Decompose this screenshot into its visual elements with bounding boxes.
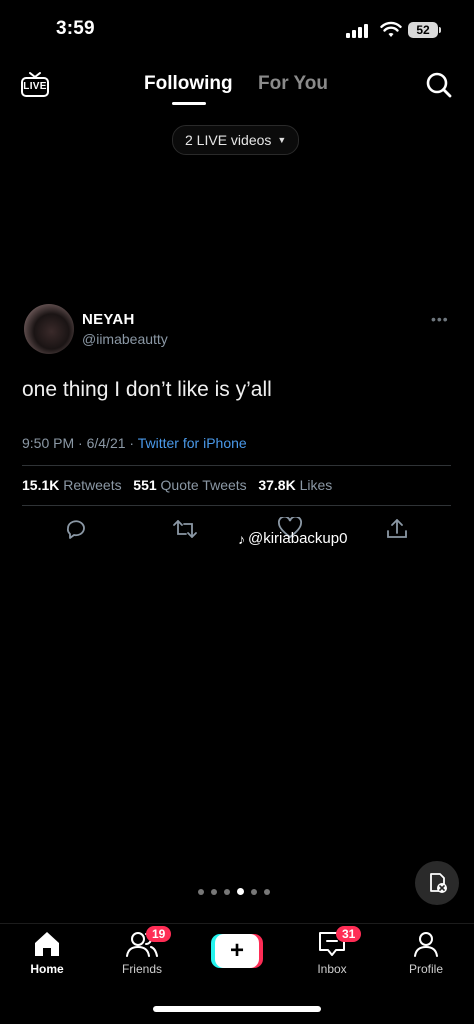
profile-icon	[414, 932, 438, 957]
tweet-author-name: NEYAH	[82, 311, 135, 328]
quote-label: Quote Tweets	[160, 477, 247, 493]
create-button[interactable]: +	[211, 934, 263, 968]
wifi-icon	[380, 21, 402, 37]
inbox-badge: 31	[336, 926, 362, 942]
live-videos-label: 2 LIVE videos	[185, 132, 272, 148]
page-dot	[251, 888, 257, 895]
like-label: Likes	[299, 477, 333, 493]
edit-close-icon	[430, 873, 447, 893]
nav-home[interactable]: Home	[7, 930, 87, 976]
tweet-source: Twitter for iPhone	[137, 435, 247, 451]
live-tv-icon[interactable]: LIVE	[20, 70, 50, 105]
status-time: 3:59	[56, 18, 95, 39]
tweet-date: 6/4/21	[86, 435, 126, 451]
page-dot	[224, 888, 230, 895]
like-count: 37.8K	[258, 477, 296, 493]
page-dot	[264, 888, 270, 895]
home-icon	[35, 932, 59, 956]
tweet-time: 9:50 PM	[22, 435, 75, 451]
reply-icon	[66, 520, 85, 539]
tab-following-underline	[172, 102, 206, 105]
divider	[22, 505, 451, 506]
battery-icon: 52	[408, 22, 438, 38]
nav-divider	[0, 923, 474, 924]
divider	[22, 465, 451, 466]
retweet-count: 15.1K	[22, 477, 60, 493]
page-dot	[211, 888, 217, 895]
share-icon	[387, 519, 407, 538]
nav-profile[interactable]: Profile	[386, 930, 466, 976]
home-indicator	[153, 1006, 321, 1012]
caret-down-icon: ▼	[277, 135, 287, 145]
search-icon[interactable]	[425, 71, 453, 99]
tiktok-watermark: ♪ @kiriabackup0	[238, 530, 347, 547]
nav-profile-label: Profile	[408, 962, 443, 976]
meta-separator: ·	[129, 435, 138, 451]
nav-friends-label: Friends	[121, 962, 162, 976]
retweet-icon	[173, 520, 197, 538]
cellular-signal-icon	[346, 24, 368, 38]
battery-tip	[439, 27, 441, 33]
tweet-meta: 9:50 PM · 6/4/21 · Twitter for iPhone	[22, 435, 247, 451]
meta-separator: ·	[78, 435, 87, 451]
tweet-stats: 15.1K Retweets 551 Quote Tweets 37.8K Li…	[22, 477, 332, 493]
avatar	[24, 304, 74, 354]
live-videos-pill[interactable]: 2 LIVE videos ▼	[172, 125, 300, 155]
watermark-username: @kiriabackup0	[248, 530, 348, 547]
retweet-label: Retweets	[63, 477, 122, 493]
page-dot-active	[237, 888, 244, 895]
nav-inbox[interactable]: Inbox 31	[292, 926, 372, 976]
quote-count: 551	[133, 477, 157, 493]
more-options-icon: •••	[431, 311, 449, 327]
page-indicator	[198, 888, 270, 895]
page-dot	[198, 888, 204, 895]
floating-action-button[interactable]	[415, 861, 459, 905]
nav-friends[interactable]: Friends 19	[102, 926, 182, 976]
tiktok-logo-icon: ♪	[238, 530, 245, 547]
tab-for-you[interactable]: For You	[258, 73, 328, 95]
nav-home-label: Home	[30, 962, 64, 976]
live-tv-label: LIVE	[23, 81, 47, 92]
tweet-text: one thing I don’t like is y’all	[22, 378, 272, 401]
friends-badge: 19	[146, 926, 172, 942]
tab-following[interactable]: Following	[144, 73, 233, 95]
plus-icon: +	[215, 934, 259, 968]
nav-inbox-label: Inbox	[317, 962, 347, 976]
tweet-author-handle: @iimabeautty	[82, 331, 168, 347]
